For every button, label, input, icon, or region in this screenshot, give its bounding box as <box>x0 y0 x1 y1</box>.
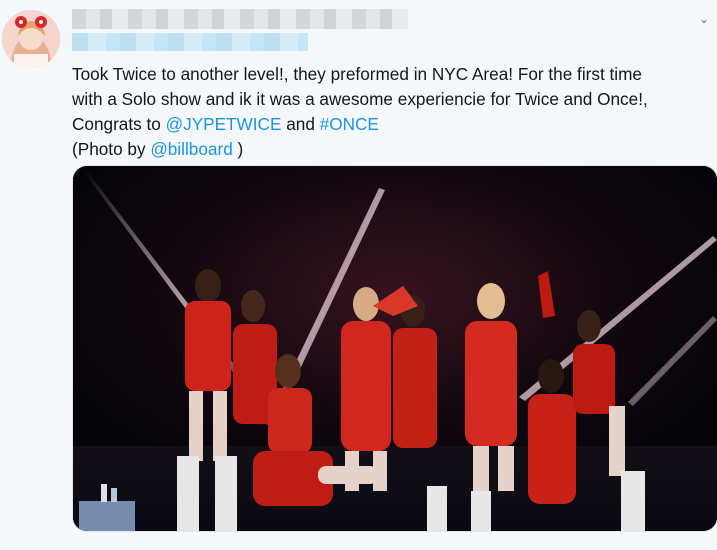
avatar[interactable] <box>2 10 60 68</box>
tweet-photo[interactable] <box>73 166 717 531</box>
tweet-line-3: Congrats to @JYPETWICE and #ONCE <box>72 112 712 137</box>
tweet-line-1: Took Twice to another level!, they prefo… <box>72 64 642 84</box>
tweet-text: Took Twice to another level!, they prefo… <box>72 62 712 162</box>
chevron-down-icon[interactable]: ⌄ <box>697 12 711 26</box>
text-segment: (Photo by <box>72 139 151 159</box>
display-name-redacted[interactable] <box>72 9 408 29</box>
tweet-line-2: with a Solo show and ik it was a awesome… <box>72 89 648 109</box>
concert-photo-image <box>73 166 717 531</box>
text-segment: ) <box>232 139 244 159</box>
mention-link-billboard[interactable]: @billboard <box>150 139 232 159</box>
tweet-line-4: (Photo by @billboard ) <box>72 137 712 162</box>
avatar-image <box>2 10 60 68</box>
hashtag-link-once[interactable]: #ONCE <box>320 114 379 134</box>
mention-link-jypetwice[interactable]: @JYPETWICE <box>166 114 282 134</box>
tweet-card[interactable]: ⌄ Took Twice to another level!, they pre… <box>0 0 717 550</box>
text-segment: Congrats to <box>72 114 166 134</box>
text-segment: and <box>281 114 320 134</box>
username-redacted[interactable] <box>72 33 308 51</box>
